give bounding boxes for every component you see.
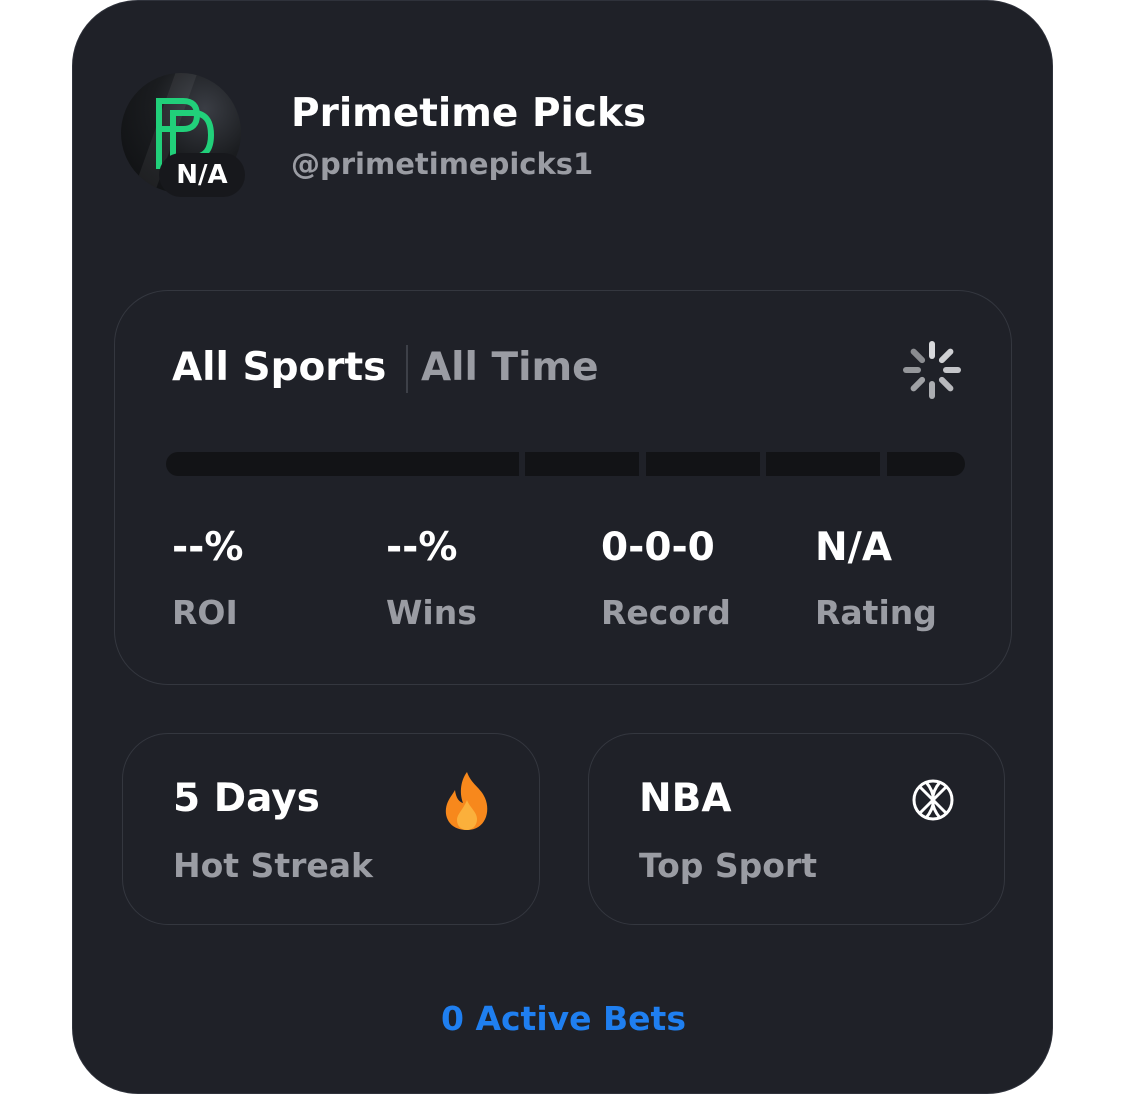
top-sport-value: NBA <box>639 776 732 821</box>
wins-value: --% <box>386 525 458 570</box>
record-value: 0-0-0 <box>601 525 715 570</box>
basketball-icon <box>912 779 954 821</box>
record-bar <box>166 452 965 476</box>
profile-card: N/A Primetime Picks @primetimepicks1 All… <box>72 0 1053 1094</box>
record-label: Record <box>601 593 731 632</box>
sport-filter[interactable]: All Sports <box>172 345 386 390</box>
roi-label: ROI <box>172 593 238 632</box>
record-bar-segment <box>166 452 519 476</box>
rating-label: Rating <box>815 593 937 632</box>
active-bets-link[interactable]: 0 Active Bets <box>73 999 1054 1038</box>
record-bar-segment <box>646 452 760 476</box>
top-sport-card[interactable]: NBA Top Sport <box>588 733 1005 925</box>
top-sport-label: Top Sport <box>639 846 818 885</box>
roi-value: --% <box>172 525 244 570</box>
streak-value: 5 Days <box>173 776 320 821</box>
record-bar-segment <box>887 452 965 476</box>
time-filter[interactable]: All Time <box>421 345 599 390</box>
rating-badge: N/A <box>159 153 245 197</box>
profile-handle: @primetimepicks1 <box>291 147 594 181</box>
filter-divider <box>406 345 408 393</box>
loading-spinner-icon <box>903 341 961 399</box>
hot-streak-card[interactable]: 5 Days Hot Streak <box>122 733 540 925</box>
wins-label: Wins <box>386 593 477 632</box>
fire-icon <box>445 772 488 830</box>
stats-panel: All Sports All Time --% ROI --% Wins 0-0… <box>114 290 1012 685</box>
streak-label: Hot Streak <box>173 846 373 885</box>
profile-name: Primetime Picks <box>291 91 647 136</box>
record-bar-segment <box>525 452 639 476</box>
record-bar-segment <box>766 452 880 476</box>
rating-value: N/A <box>815 525 893 570</box>
